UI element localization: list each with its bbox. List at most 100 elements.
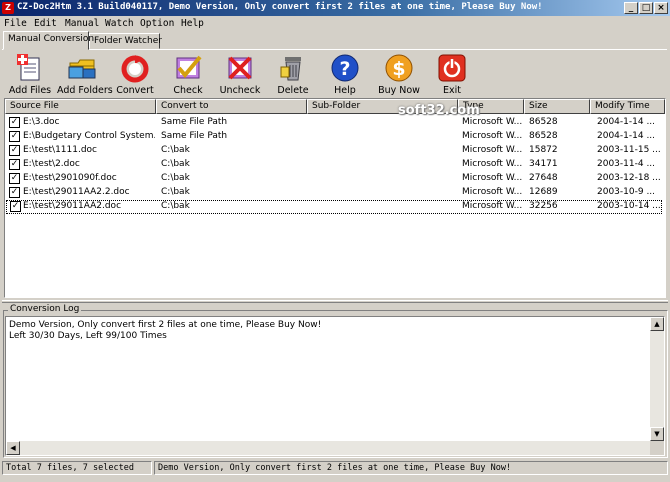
cell-convert-to: C:\bak	[161, 159, 190, 169]
cell-modified: 2003-11-15 ...	[597, 145, 661, 155]
table-row[interactable]: ✓ E:\test\29011AA2.doc C:\bak Microsoft …	[6, 200, 662, 214]
column-source-file[interactable]: Source File	[5, 99, 156, 114]
delete-label: Delete	[277, 85, 309, 96]
cell-convert-to: Same File Path	[161, 131, 228, 141]
cell-convert-to: C:\bak	[161, 201, 190, 211]
row-checkbox[interactable]: ✓	[9, 173, 20, 184]
cell-convert-to: C:\bak	[161, 187, 190, 197]
cell-convert-to: Same File Path	[161, 117, 228, 127]
help-icon: ?	[331, 54, 359, 82]
add-files-button[interactable]: Add Files	[5, 53, 55, 99]
title-bar[interactable]: Z CZ-Doc2Htm 3.1 Build040117, Demo Versi…	[0, 0, 670, 16]
scroll-up-icon[interactable]: ▲	[650, 317, 664, 331]
scroll-left-icon[interactable]: ◀	[6, 441, 20, 455]
cell-size: 34171	[529, 159, 558, 169]
table-row[interactable]: ✓ E:\Budgetary Control System.doc Same F…	[5, 130, 665, 144]
cell-source: E:\Budgetary Control System.doc	[23, 131, 155, 141]
log-line: Demo Version, Only convert first 2 files…	[9, 320, 322, 330]
uncheck-label: Uncheck	[219, 85, 261, 96]
cell-source: E:\test\29011AA2.2.doc	[23, 187, 130, 197]
scroll-down-icon[interactable]: ▼	[650, 427, 664, 441]
add-folders-icon	[68, 59, 96, 79]
exit-icon	[438, 54, 466, 82]
add-folders-button[interactable]: Add Folders	[57, 53, 113, 99]
log-line: Left 30/30 Days, Left 99/100 Times	[9, 331, 167, 341]
column-convert-to[interactable]: Convert to	[156, 99, 307, 114]
row-checkbox[interactable]: ✓	[10, 201, 21, 212]
cell-type: Microsoft W...	[462, 131, 522, 141]
table-row[interactable]: ✓ E:\test\1111.doc C:\bak Microsoft W...…	[5, 144, 665, 158]
buy-now-icon: $	[385, 54, 413, 82]
check-button[interactable]: Check	[163, 53, 213, 99]
app-window: Z CZ-Doc2Htm 3.1 Build040117, Demo Versi…	[0, 0, 670, 482]
cell-modified: 2003-10-9 ...	[597, 187, 656, 197]
cell-size: 86528	[529, 117, 558, 127]
menu-manual[interactable]: Manual	[65, 18, 99, 29]
cell-type: Microsoft W...	[462, 117, 522, 127]
cell-type: Microsoft W...	[462, 173, 522, 183]
cell-source: E:\3.doc	[23, 117, 60, 127]
svg-text:$: $	[392, 58, 405, 80]
cell-size: 12689	[529, 187, 558, 197]
vertical-scrollbar[interactable]: ▲ ▼	[650, 317, 664, 441]
menu-watch[interactable]: Watch	[105, 18, 134, 29]
menu-edit[interactable]: Edit	[34, 18, 57, 29]
column-size[interactable]: Size	[524, 99, 590, 114]
row-checkbox[interactable]: ✓	[9, 159, 20, 170]
cell-source: E:\test\29011AA2.doc	[23, 201, 122, 211]
uncheck-button[interactable]: Uncheck	[215, 53, 265, 99]
cell-convert-to: C:\bak	[161, 145, 190, 155]
delete-icon	[280, 57, 301, 81]
cell-modified: 2003-11-4 ...	[597, 159, 656, 169]
cell-convert-to: C:\bak	[161, 173, 190, 183]
cell-source: E:\test\1111.doc	[23, 145, 97, 155]
add-files-icon	[17, 54, 40, 81]
app-icon: Z	[2, 2, 14, 14]
tab-folder-watcher[interactable]: Folder Watcher	[89, 33, 162, 49]
menu-file[interactable]: File	[4, 18, 27, 29]
convert-icon	[121, 55, 149, 83]
table-row[interactable]: ✓ E:\test\2.doc C:\bak Microsoft W... 34…	[5, 158, 665, 172]
check-icon	[176, 55, 202, 79]
cell-source: E:\test\2901090f.doc	[23, 173, 117, 183]
tab-manual-conversion[interactable]: Manual Conversion	[3, 31, 94, 50]
horizontal-scrollbar[interactable]: ◀ ▶	[6, 441, 664, 455]
cell-size: 27648	[529, 173, 558, 183]
table-row[interactable]: ✓ E:\test\29011AA2.2.doc C:\bak Microsof…	[5, 186, 665, 200]
exit-label: Exit	[443, 85, 461, 96]
cell-type: Microsoft W...	[462, 145, 522, 155]
delete-button[interactable]: Delete	[268, 53, 318, 99]
cell-source: E:\test\2.doc	[23, 159, 80, 169]
minimize-button[interactable]: _	[624, 2, 638, 14]
menu-option[interactable]: Option	[140, 18, 174, 29]
help-button[interactable]: ? Help	[320, 53, 370, 99]
cell-size: 15872	[529, 145, 558, 155]
cell-size: 32256	[529, 201, 558, 211]
buy-now-button[interactable]: $ Buy Now	[374, 53, 424, 99]
menu-help[interactable]: Help	[181, 18, 204, 29]
row-checkbox[interactable]: ✓	[9, 187, 20, 198]
buy-now-label: Buy Now	[378, 85, 420, 96]
check-label: Check	[173, 85, 203, 96]
file-list[interactable]: Source File Convert to Sub-Folder Type S…	[4, 98, 666, 298]
splitter[interactable]	[2, 300, 668, 303]
help-label: Help	[334, 85, 356, 96]
log-title: Conversion Log	[8, 304, 82, 314]
log-textarea[interactable]: Demo Version, Only convert first 2 files…	[5, 316, 665, 456]
convert-button[interactable]: Convert	[110, 53, 160, 99]
row-checkbox[interactable]: ✓	[9, 145, 20, 156]
maximize-button[interactable]: □	[639, 2, 653, 14]
table-row[interactable]: ✓ E:\3.doc Same File Path Microsoft W...…	[5, 116, 665, 130]
close-button[interactable]: ×	[654, 2, 668, 14]
row-checkbox[interactable]: ✓	[9, 117, 20, 128]
row-checkbox[interactable]: ✓	[9, 131, 20, 142]
exit-button[interactable]: Exit	[427, 53, 477, 99]
status-files: Total 7 files, 7 selected	[2, 461, 152, 475]
table-row[interactable]: ✓ E:\test\2901090f.doc C:\bak Microsoft …	[5, 172, 665, 186]
cell-modified: 2003-12-18 ...	[597, 173, 661, 183]
column-modify-time[interactable]: Modify Time	[590, 99, 665, 114]
svg-text:?: ?	[339, 58, 350, 80]
add-folders-label: Add Folders	[57, 85, 113, 96]
convert-label: Convert	[116, 85, 154, 96]
uncheck-icon	[228, 56, 252, 80]
